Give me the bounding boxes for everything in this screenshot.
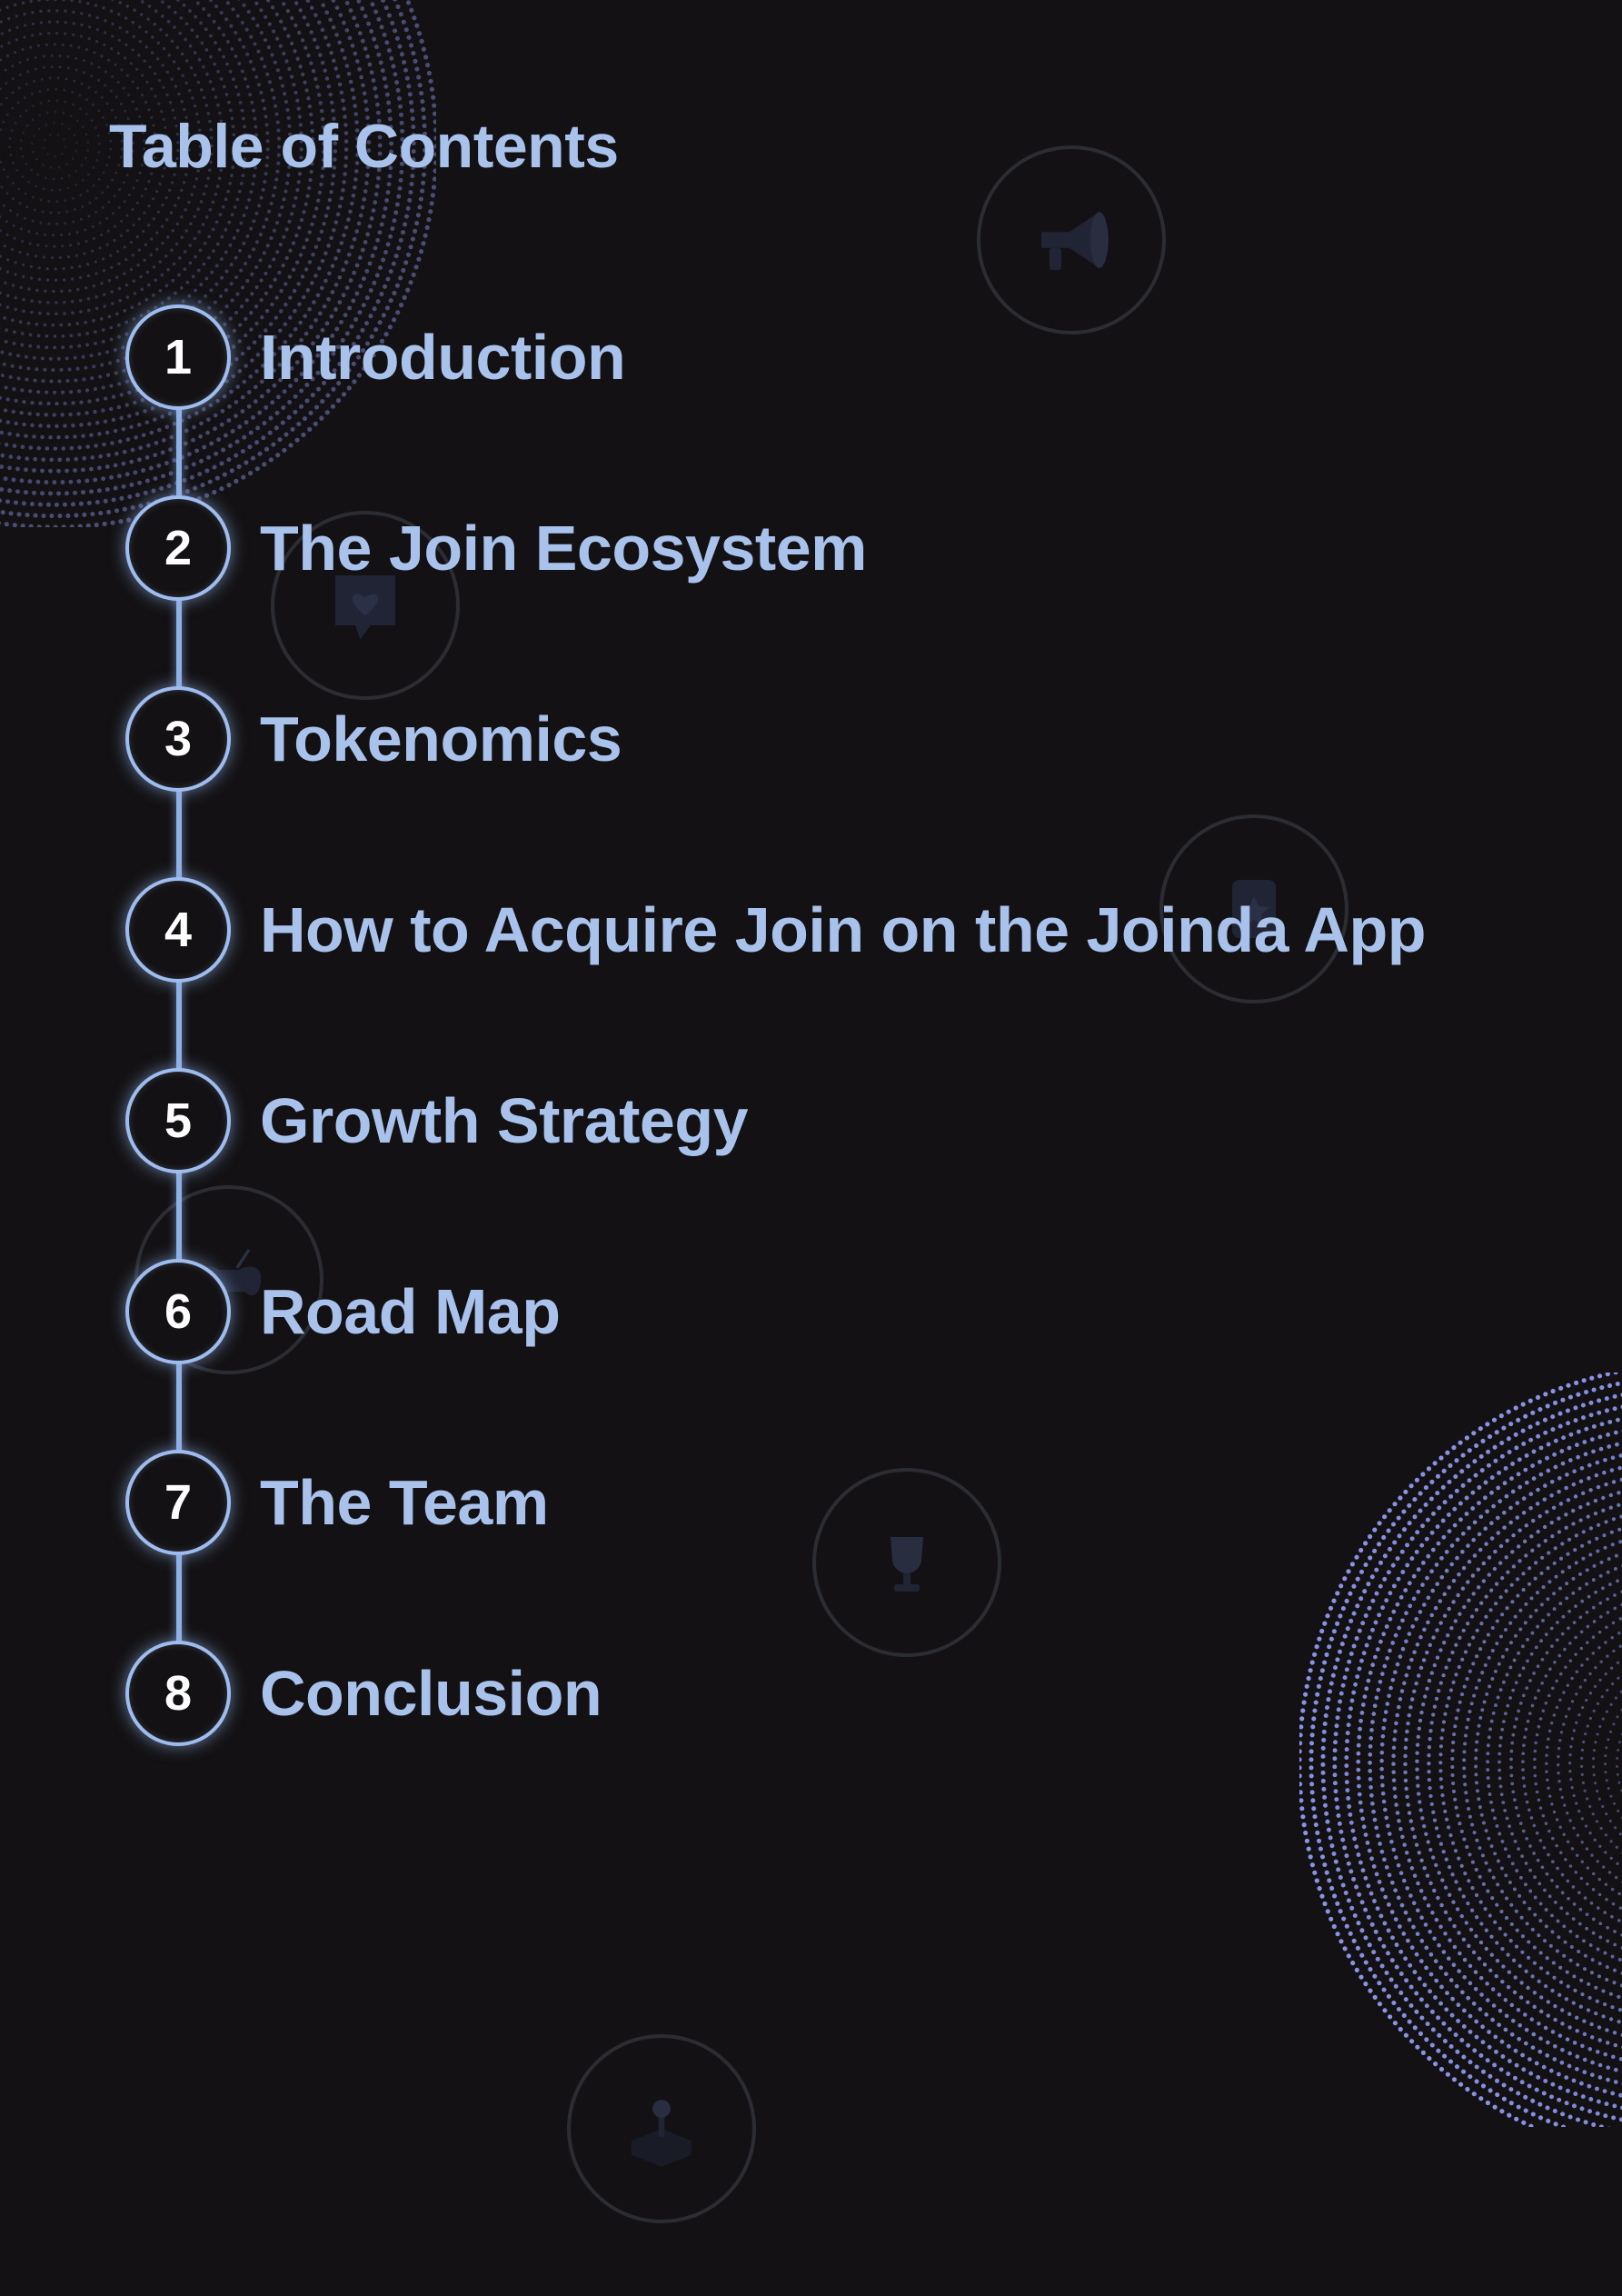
toc-label: How to Acquire Join on the Joinda App <box>260 893 1426 966</box>
toc-number-badge: 8 <box>125 1641 231 1746</box>
toc-item-road-map[interactable]: 6 Road Map <box>125 1258 560 1365</box>
toc-item-growth-strategy[interactable]: 5 Growth Strategy <box>125 1067 748 1174</box>
toc-label: Conclusion <box>260 1657 602 1730</box>
toc-number-badge: 1 <box>125 304 231 410</box>
toc-label: Road Map <box>260 1275 560 1348</box>
toc-number-badge: 7 <box>125 1450 231 1555</box>
toc-item-introduction[interactable]: 1 Introduction <box>125 304 625 411</box>
toc-item-tokenomics[interactable]: 3 Tokenomics <box>125 685 622 793</box>
toc-number-badge: 6 <box>125 1259 231 1364</box>
toc-label: Introduction <box>260 321 625 394</box>
toc-item-the-team[interactable]: 7 The Team <box>125 1449 549 1556</box>
toc-item-join-ecosystem[interactable]: 2 The Join Ecosystem <box>125 494 867 602</box>
toc-item-conclusion[interactable]: 8 Conclusion <box>125 1640 602 1747</box>
toc-number-badge: 3 <box>125 686 231 792</box>
toc-item-acquire-join[interactable]: 4 How to Acquire Join on the Joinda App <box>125 876 1426 983</box>
toc-label: Growth Strategy <box>260 1084 748 1157</box>
table-of-contents: 1 Introduction 2 The Join Ecosystem 3 To… <box>0 0 1622 2296</box>
toc-number-badge: 2 <box>125 495 231 601</box>
toc-label: Tokenomics <box>260 703 622 775</box>
toc-number-badge: 5 <box>125 1068 231 1173</box>
toc-number-badge: 4 <box>125 877 231 983</box>
toc-label: The Join Ecosystem <box>260 512 867 584</box>
toc-label: The Team <box>260 1466 549 1539</box>
